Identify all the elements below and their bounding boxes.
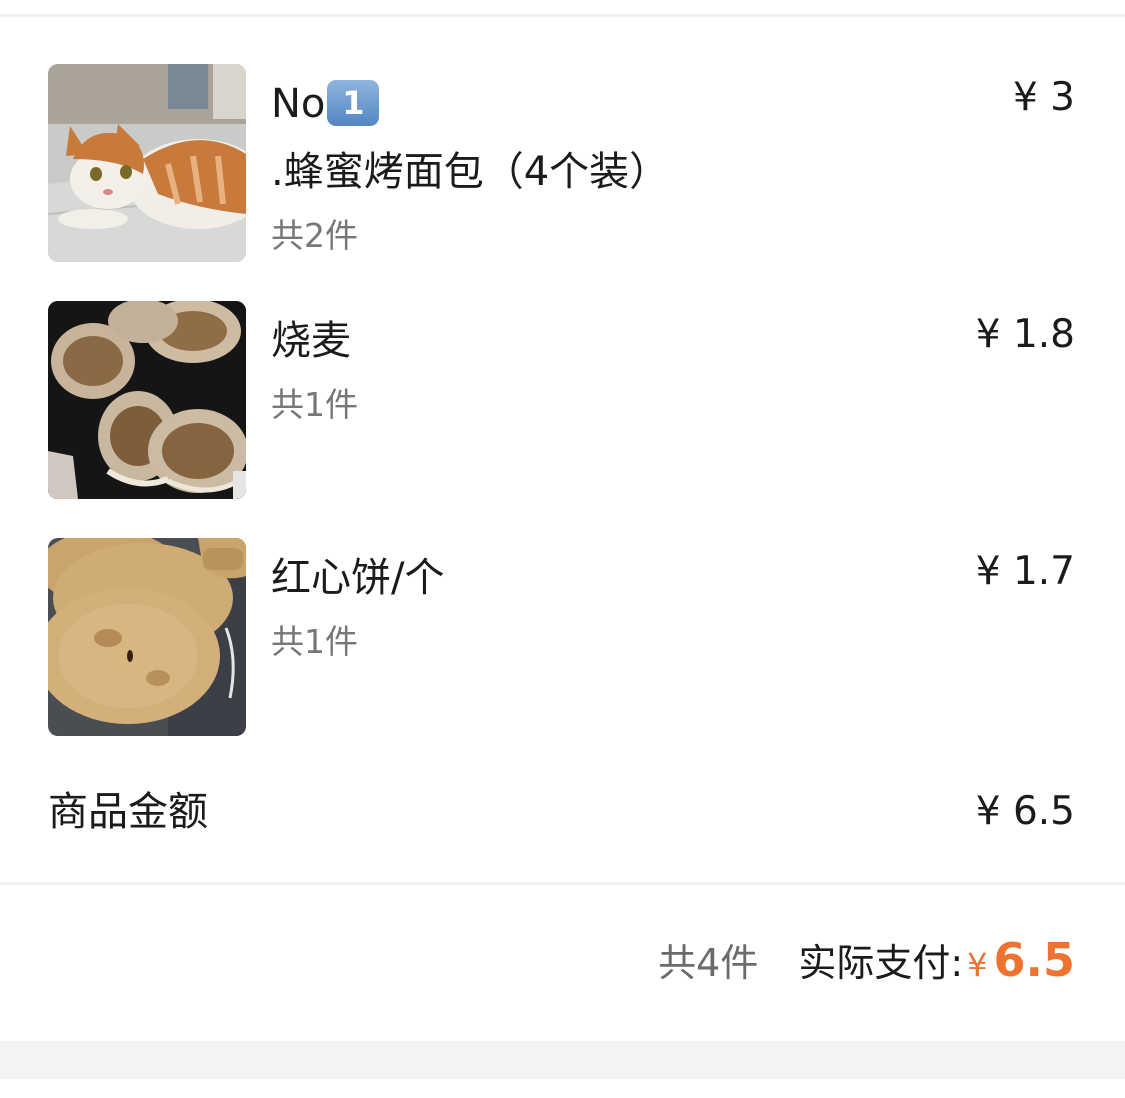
item-title[interactable]: 烧麦 xyxy=(271,307,771,375)
item-title-suffix: .蜂蜜烤面包（4个装） xyxy=(271,149,670,195)
subtotal-value: ¥ 6.5 xyxy=(975,789,1075,834)
keycap-1-icon: 1 xyxy=(327,80,380,126)
item-title[interactable]: No 1 .蜂蜜烤面包（4个装） xyxy=(271,70,771,206)
actual-payment-value: 6.5 xyxy=(993,933,1076,987)
total-item-count: 共4件 xyxy=(658,941,759,985)
top-divider xyxy=(0,14,1125,17)
item-price: ¥ 1.7 xyxy=(975,549,1075,594)
product-thumbnail-flatbread[interactable] xyxy=(48,538,246,736)
total-currency-symbol: ¥ xyxy=(967,946,988,984)
order-summary-page: No 1 .蜂蜜烤面包（4个装） 共2件 ¥ 3 烧麦 共1件 ¥ 1.8 红心饼… xyxy=(0,0,1125,1098)
flatbread-photo-image xyxy=(48,538,246,736)
order-item[interactable]: 红心饼/个 共1件 ¥ 1.7 xyxy=(0,538,1125,736)
item-title-prefix: No xyxy=(271,81,326,127)
total-payment-row: 共4件 实际支付: ¥ 6.5 xyxy=(658,932,1075,996)
product-thumbnail-cat[interactable] xyxy=(48,64,246,262)
actual-payment-label: 实际支付: xyxy=(798,941,964,985)
cat-photo-image xyxy=(48,64,246,262)
product-thumbnail-shaomai[interactable] xyxy=(48,301,246,499)
order-item[interactable]: 烧麦 共1件 ¥ 1.8 xyxy=(0,301,1125,499)
item-price: ¥ 3 xyxy=(1012,75,1075,120)
item-count: 共2件 xyxy=(271,216,358,255)
shaomai-photo-image xyxy=(48,301,246,499)
item-count: 共1件 xyxy=(271,385,358,424)
item-title[interactable]: 红心饼/个 xyxy=(271,544,771,612)
subtotal-label: 商品金额 xyxy=(48,789,208,835)
subtotal-row: 商品金额 ¥ 6.5 xyxy=(0,784,1125,844)
section-divider xyxy=(0,882,1125,885)
bottom-gray-band xyxy=(0,1041,1125,1079)
item-count: 共1件 xyxy=(271,622,358,661)
order-item[interactable]: No 1 .蜂蜜烤面包（4个装） 共2件 ¥ 3 xyxy=(0,64,1125,262)
item-price: ¥ 1.8 xyxy=(975,312,1075,357)
